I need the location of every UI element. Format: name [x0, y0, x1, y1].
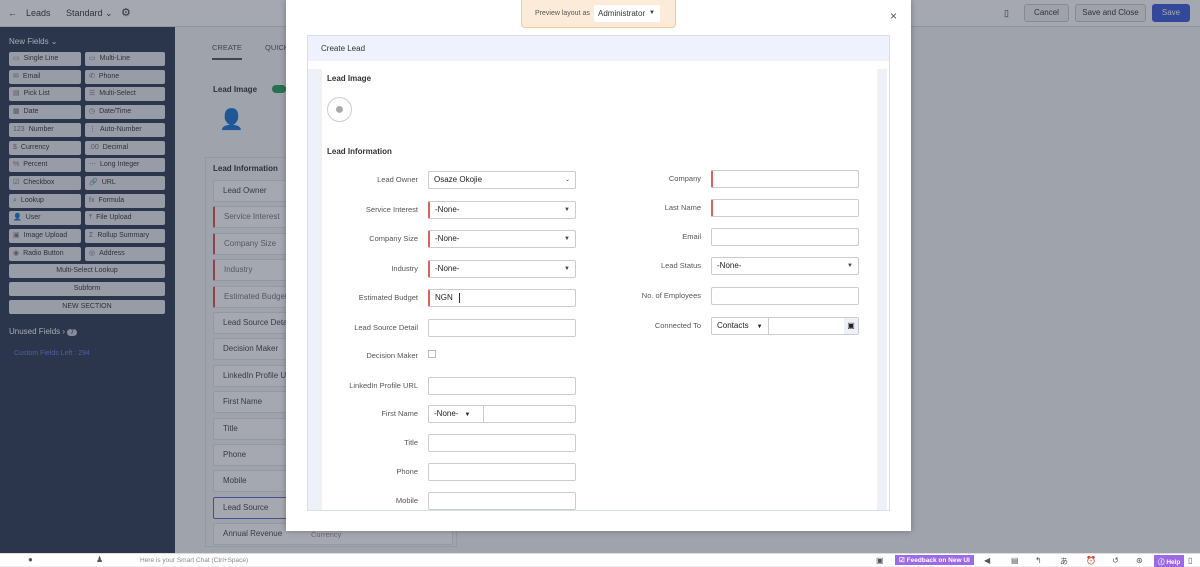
help-label: Help	[1166, 559, 1181, 566]
caret-down-icon: ▼	[464, 412, 471, 418]
chat-icon[interactable]: ●	[28, 555, 33, 564]
first-name-field[interactable]: -None- ▼	[428, 405, 576, 423]
bottom-bar: ● ♟ Here is your Smart Chat (Ctrl+Space)…	[0, 553, 1200, 567]
caret-down-icon: ▼	[564, 207, 570, 213]
field-value: NGN	[435, 293, 453, 302]
field-label: Last Name	[664, 203, 701, 212]
phone-field[interactable]	[428, 463, 576, 481]
field-label: Email	[682, 232, 701, 241]
no-of-employees-field[interactable]	[711, 287, 859, 305]
lead-image-heading: Lead Image	[327, 74, 372, 83]
create-lead-title: Create Lead	[308, 36, 889, 61]
field-label: Lead Owner	[377, 175, 418, 184]
field-label: Lead Status	[660, 261, 701, 270]
field-label: Title	[404, 438, 418, 447]
field-label: Company Size	[369, 234, 418, 243]
field-value: -None-	[435, 205, 460, 214]
preview-layout-label: Preview layout as	[535, 10, 590, 17]
field-label: Estimated Budget	[358, 293, 418, 302]
lead-status-field[interactable]: -None- ▼	[711, 257, 859, 275]
lookup-icon[interactable]: ▣	[844, 318, 858, 334]
connected-to-field[interactable]: Contacts ▼ ▣	[711, 317, 859, 335]
cursor	[458, 292, 460, 303]
field-value: Osaze Okojie	[434, 175, 483, 184]
company-size-field[interactable]: -None- ▼	[428, 230, 576, 248]
field-label: Mobile	[395, 496, 418, 505]
title-field[interactable]	[428, 434, 576, 452]
field-label: Connected To	[654, 321, 701, 330]
scrollbar[interactable]	[877, 69, 887, 510]
megaphone-icon[interactable]: ◀	[984, 556, 990, 565]
smart-chat-input[interactable]: Here is your Smart Chat (Ctrl+Space)	[140, 557, 248, 564]
industry-field[interactable]: -None- ▼	[428, 260, 576, 278]
feedback-button[interactable]: ☑ Feedback on New UI	[895, 555, 974, 565]
estimated-budget-field[interactable]: NGN	[428, 289, 576, 307]
preview-role-dropdown[interactable]: Administrator ▼	[594, 5, 660, 22]
chevron-down-icon: ⌄	[564, 177, 570, 183]
field-label: Phone	[396, 467, 418, 476]
field-label: No. of Employees	[641, 291, 701, 300]
salutation-select[interactable]: -None- ▼	[434, 406, 484, 423]
notes-icon[interactable]: ▤	[1011, 556, 1019, 565]
decision-maker-field[interactable]	[428, 350, 436, 358]
feedback-label: Feedback on New UI	[906, 557, 970, 564]
lead-information-heading: Lead Information	[327, 147, 392, 156]
field-label: Lead Source Detail	[354, 323, 418, 332]
screen-icon[interactable]: ▣	[876, 556, 884, 565]
alarm-icon[interactable]: ⏰	[1086, 556, 1096, 565]
module-select[interactable]: Contacts ▼	[717, 318, 769, 335]
caret-down-icon: ▼	[564, 266, 570, 272]
linkedin-profile-url-field[interactable]	[428, 377, 576, 395]
caret-down-icon: ▼	[847, 263, 853, 269]
field-value: -None-	[717, 261, 742, 270]
field-label: First Name	[381, 409, 418, 418]
salutation-value: -None-	[434, 409, 459, 418]
preview-role-value: Administrator	[598, 9, 646, 18]
caret-down-icon: ▼	[564, 236, 570, 242]
contacts-icon[interactable]: ♟	[96, 555, 103, 564]
create-lead-form: Create Lead Lead Image ● Lead Informatio…	[307, 35, 890, 511]
email-field[interactable]	[711, 228, 859, 246]
help-button[interactable]: ⓘ Help	[1154, 555, 1185, 567]
translate-icon[interactable]: あ	[1060, 556, 1068, 567]
field-label: Industry	[391, 264, 418, 273]
history-icon[interactable]: ↺	[1112, 556, 1119, 565]
field-value: -None-	[435, 234, 460, 243]
zia-icon[interactable]: ⊛	[1136, 556, 1143, 565]
company-field[interactable]	[711, 170, 859, 188]
field-label: Company	[668, 174, 701, 183]
preview-layout-bar: Preview layout as Administrator ▼	[521, 0, 676, 28]
field-label: Service Interest	[365, 205, 418, 214]
field-value: -None-	[435, 264, 460, 273]
preview-modal: Preview layout as Administrator ▼ × Creat…	[286, 0, 911, 531]
field-label: LinkedIn Profile URL	[349, 381, 418, 390]
caret-down-icon: ▼	[756, 324, 763, 330]
flow-icon[interactable]: ↰	[1035, 556, 1042, 565]
close-icon[interactable]: ×	[890, 9, 897, 23]
more-icon[interactable]: ▯	[1188, 556, 1192, 565]
module-value: Contacts	[717, 321, 749, 330]
lead-owner-field[interactable]: Osaze Okojie ⌄	[428, 171, 576, 189]
last-name-field[interactable]	[711, 199, 859, 217]
lead-image-avatar-icon[interactable]: ●	[327, 97, 352, 122]
field-label: Decision Maker	[366, 351, 418, 360]
service-interest-field[interactable]: -None- ▼	[428, 201, 576, 219]
mobile-field[interactable]	[428, 492, 576, 510]
lead-source-detail-field[interactable]	[428, 319, 576, 337]
